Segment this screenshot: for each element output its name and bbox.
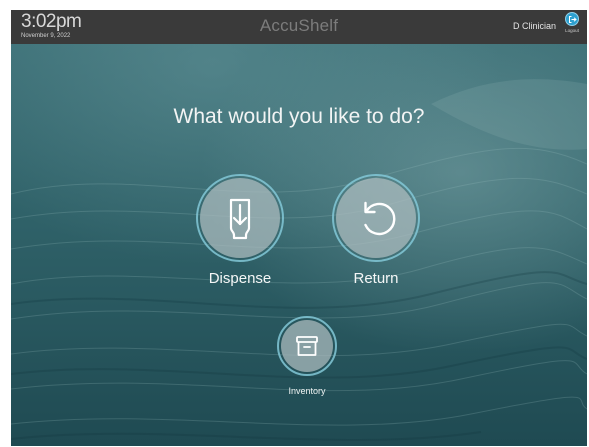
top-bar: 3:02pm November 9, 2022 AccuShelf D Clin… [11,10,587,44]
page-prompt: What would you like to do? [173,105,425,128]
logout-icon [565,12,579,26]
return-label: Return [353,270,399,287]
logout-button[interactable]: Logout [560,12,584,42]
dispense-label: Dispense [208,270,272,287]
logout-label: Logout [565,28,579,33]
dispense-button[interactable]: Dispense [191,172,289,300]
device-screen: 3:02pm November 9, 2022 AccuShelf D Clin… [11,10,587,446]
dispense-icon [200,178,280,258]
app-title: AccuShelf [259,16,339,35]
user-name: D Clinician [512,21,556,31]
inventory-button[interactable]: Inventory [277,316,337,402]
return-button[interactable]: Return [327,172,425,300]
archive-box-icon [281,320,333,372]
inventory-label: Inventory [288,386,326,396]
return-icon [336,178,416,258]
